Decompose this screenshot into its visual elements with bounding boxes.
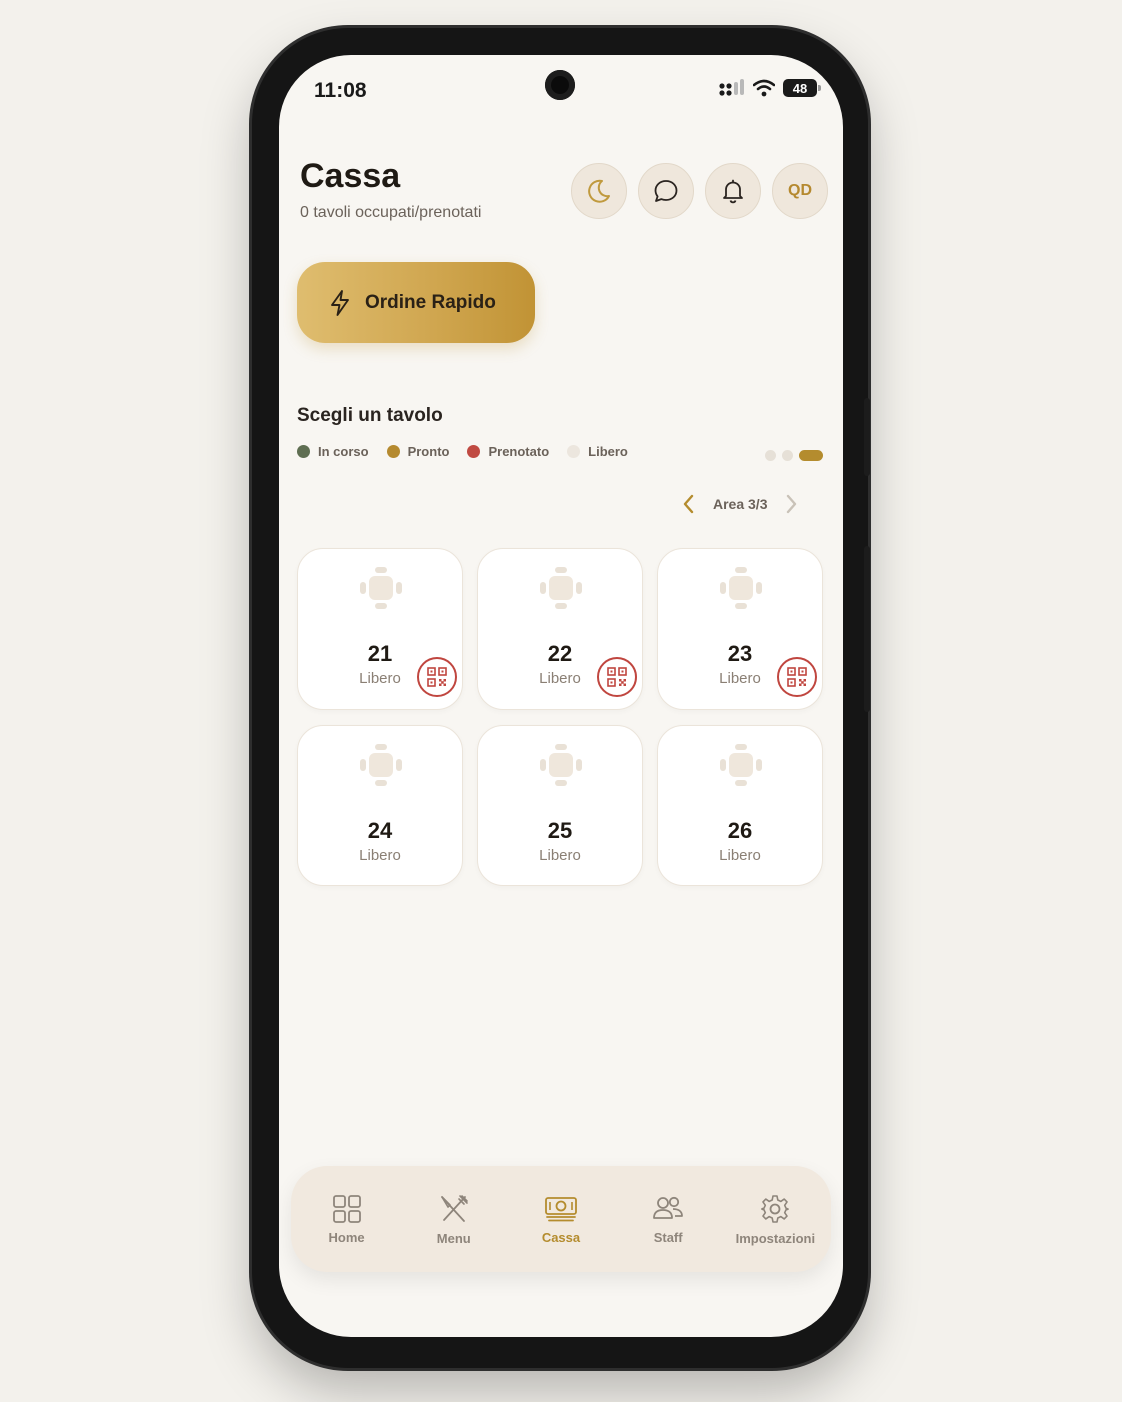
- page-dot[interactable]: [782, 450, 793, 461]
- app-screen: 11:08 48 Cassa 0 tavoli occupati/prenota…: [279, 55, 843, 1337]
- nav-item-staff[interactable]: Staff: [616, 1194, 720, 1245]
- legend-dot: [386, 445, 400, 458]
- qr-code-icon: [607, 667, 627, 687]
- qr-code-button[interactable]: [417, 657, 457, 697]
- grid-icon: [332, 1194, 361, 1223]
- nav-item-impostazioni[interactable]: Impostazioni: [723, 1193, 827, 1246]
- page-title: Cassa: [300, 157, 401, 195]
- nav-label: Cassa: [541, 1229, 581, 1245]
- avatar-button[interactable]: QD: [772, 163, 828, 219]
- table-status: Libero: [719, 847, 761, 864]
- table-icon: [360, 567, 402, 609]
- table-card[interactable]: 24 Libero: [297, 725, 463, 886]
- nav-label: Menu: [436, 1230, 471, 1246]
- legend-dot: [297, 445, 310, 458]
- legend-label: Prenotato: [488, 444, 550, 459]
- table-icon: [360, 744, 402, 786]
- table-icon: [540, 744, 582, 786]
- legend-label: In corso: [318, 444, 369, 459]
- qr-code-icon: [427, 667, 447, 687]
- chat-icon: [654, 180, 678, 202]
- front-camera: [545, 70, 575, 100]
- table-card[interactable]: 23 Libero: [657, 548, 823, 710]
- notifications-button[interactable]: [705, 163, 761, 219]
- bottom-navigation: Home Menu Cassa Staff Impostazioni: [291, 1166, 831, 1272]
- volume-button: [864, 398, 870, 476]
- chevron-left-icon[interactable]: [681, 493, 697, 515]
- table-card[interactable]: 26 Libero: [657, 725, 823, 886]
- table-card[interactable]: 21 Libero: [297, 548, 463, 710]
- quick-order-button[interactable]: Ordine Rapido: [297, 262, 535, 343]
- table-number: 26: [727, 818, 753, 843]
- table-card[interactable]: 22 Libero: [477, 548, 643, 710]
- page-dot[interactable]: [765, 450, 776, 461]
- table-number: 25: [547, 818, 573, 843]
- lightning-icon: [331, 289, 349, 316]
- cash-icon: [545, 1196, 577, 1221]
- area-page-indicator: [765, 450, 823, 461]
- legend-item-in-corso: In corso: [297, 444, 369, 459]
- nav-label: Impostazioni: [735, 1230, 816, 1246]
- users-icon: [653, 1196, 684, 1219]
- legend-dot: [567, 445, 581, 458]
- table-status: Libero: [359, 847, 401, 864]
- legend-dot: [467, 445, 481, 458]
- page-dot-active[interactable]: [799, 450, 823, 461]
- header-actions: QD: [571, 163, 828, 219]
- nav-label: Home: [328, 1229, 365, 1245]
- qr-code-icon: [787, 667, 807, 687]
- qr-code-button[interactable]: [597, 657, 637, 697]
- nav-item-home[interactable]: Home: [295, 1194, 399, 1245]
- legend-item-prenotato: Prenotato: [467, 444, 549, 459]
- nav-item-menu[interactable]: Menu: [402, 1193, 506, 1246]
- power-button: [864, 546, 870, 712]
- nav-label: Staff: [653, 1229, 683, 1245]
- table-card[interactable]: 25 Libero: [477, 725, 643, 886]
- status-icons: 48: [719, 79, 821, 97]
- qr-code-button[interactable]: [777, 657, 817, 697]
- table-icon: [720, 744, 762, 786]
- legend-item-pronto: Pronto: [386, 444, 450, 459]
- tables-grid: 21 Libero 22 Libero 23 Libero 24 Libero …: [297, 548, 823, 886]
- page-subtitle: 0 tavoli occupati/prenotati: [300, 204, 482, 221]
- chat-button[interactable]: [638, 163, 694, 219]
- chevron-right-icon[interactable]: [783, 493, 799, 515]
- status-time: 11:08: [314, 79, 367, 102]
- legend-label: Pronto: [407, 444, 450, 459]
- area-label: Area 3/3: [713, 496, 768, 512]
- table-number: 24: [367, 818, 393, 843]
- dark-mode-button[interactable]: [571, 163, 627, 219]
- status-legend: In corso Pronto Prenotato Libero: [297, 444, 628, 459]
- moon-icon: [588, 179, 610, 203]
- battery-indicator: 48: [783, 79, 821, 97]
- table-icon: [720, 567, 762, 609]
- table-status: Libero: [539, 847, 581, 864]
- wifi-icon: [753, 79, 775, 97]
- table-icon: [540, 567, 582, 609]
- legend-item-libero: Libero: [567, 444, 628, 459]
- signal-icon: [719, 79, 744, 96]
- quick-order-label: Ordine Rapido: [365, 291, 496, 313]
- bell-icon: [723, 179, 743, 204]
- area-navigation: Area 3/3: [681, 493, 799, 515]
- nav-item-cassa[interactable]: Cassa: [509, 1194, 613, 1245]
- section-title: Scegli un tavolo: [297, 405, 443, 426]
- utensils-icon: [440, 1194, 468, 1222]
- legend-label: Libero: [588, 444, 628, 459]
- gear-icon: [761, 1194, 790, 1223]
